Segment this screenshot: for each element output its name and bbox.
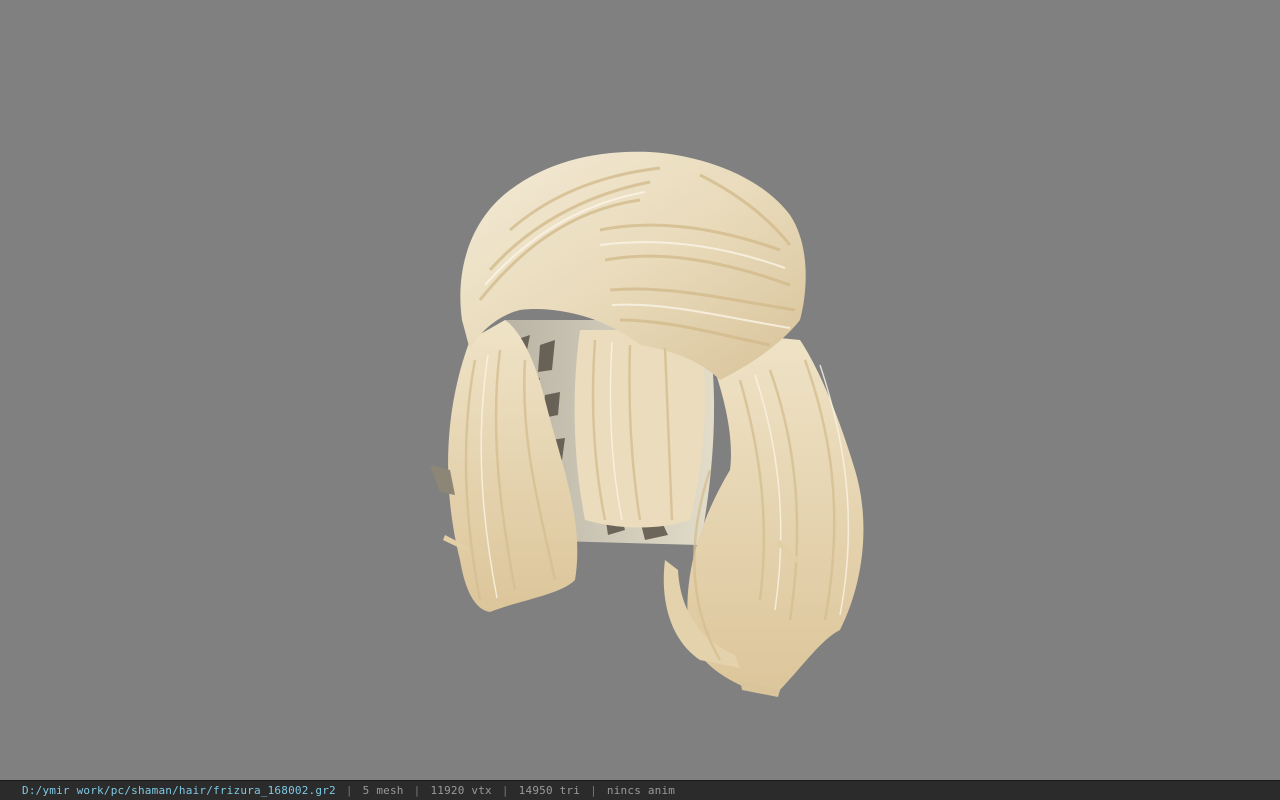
hair-mesh-model: [430, 151, 864, 697]
triangle-count-label: 14950 tri: [518, 784, 581, 797]
status-separator: |: [345, 784, 353, 797]
vertex-count-label: 11920 vtx: [430, 784, 492, 797]
3d-viewport[interactable]: [0, 0, 1280, 780]
status-separator: |: [590, 784, 597, 797]
status-bar: D:/ymir work/pc/shaman/hair/frizura_1680…: [0, 780, 1280, 800]
status-separator: |: [501, 784, 509, 797]
file-path-label: D:/ymir work/pc/shaman/hair/frizura_1680…: [22, 784, 336, 797]
status-separator: |: [413, 784, 421, 797]
animation-status-label: nincs anim: [606, 784, 676, 797]
mesh-count-label: 5 mesh: [362, 784, 404, 797]
